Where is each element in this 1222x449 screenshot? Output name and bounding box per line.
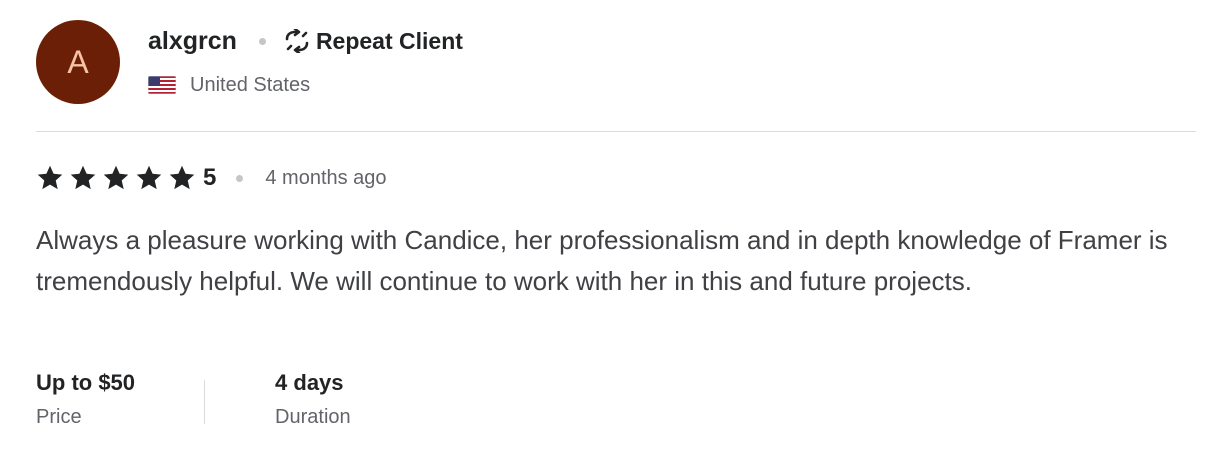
duration-info: 4 days Duration — [275, 366, 351, 430]
duration-label: Duration — [275, 406, 351, 428]
avatar: A — [36, 20, 120, 104]
star-icon — [135, 164, 163, 192]
review-text: Always a pleasure working with Candice, … — [36, 225, 1168, 296]
repeat-client-badge: Repeat Client — [315, 27, 463, 54]
us-flag-icon — [147, 75, 177, 95]
separator-dot — [258, 37, 266, 45]
reviewer-name-row: alxgrcn Repeat Client — [148, 24, 463, 58]
review-time-ago: 4 months ago — [265, 166, 387, 189]
star-icon — [69, 164, 97, 192]
price-info: Up to $50 Price — [36, 366, 135, 430]
reviewer-username[interactable]: alxgrcn — [148, 27, 237, 56]
star-icon — [36, 164, 64, 192]
reviewer-country-row: United States — [147, 72, 463, 98]
rating-row: 5 4 months ago — [36, 162, 387, 194]
separator-dot — [236, 174, 244, 182]
price-label: Price — [36, 406, 82, 428]
review-meta: Up to $50 Price 4 days Duration — [36, 366, 351, 430]
reviewer-header: A alxgrcn Repeat Client United States — [36, 20, 463, 104]
price-value: Up to $50 — [36, 370, 136, 395]
repeat-icon — [282, 29, 312, 53]
header-divider — [36, 131, 1196, 132]
review-card: A alxgrcn Repeat Client United States 5 … — [0, 0, 1222, 449]
star-icon — [102, 164, 130, 192]
meta-divider — [204, 380, 206, 424]
reviewer-info: alxgrcn Repeat Client United States — [147, 20, 463, 98]
reviewer-country: United States — [190, 73, 311, 96]
rating-value: 5 — [203, 164, 217, 191]
star-icon — [168, 164, 196, 192]
avatar-initial: A — [67, 43, 89, 80]
star-rating — [36, 164, 201, 192]
duration-value: 4 days — [275, 370, 344, 395]
